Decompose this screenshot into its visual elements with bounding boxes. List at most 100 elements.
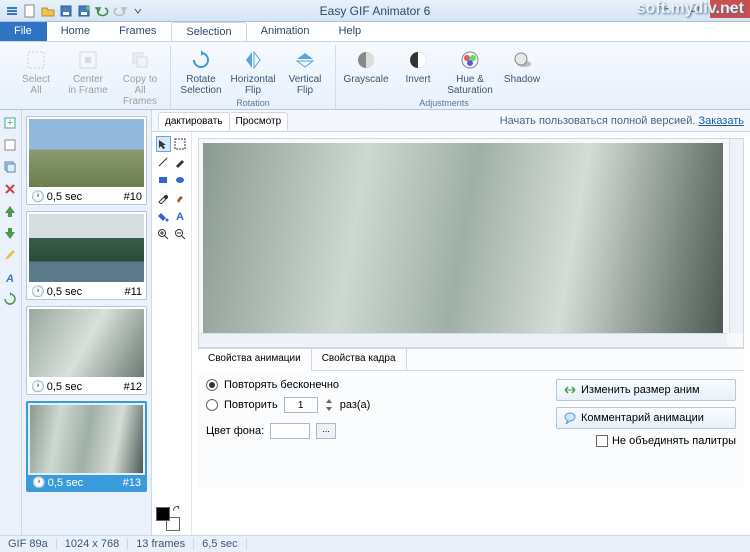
grayscale-button[interactable]: Grayscale <box>342 45 390 98</box>
window-controls: ─ ☐ ✕ <box>650 0 750 18</box>
clock-icon: 🕐 <box>31 191 45 203</box>
insert-blank-icon[interactable] <box>3 138 19 154</box>
close-button[interactable]: ✕ <box>710 0 750 18</box>
vertical-scrollbar[interactable] <box>729 139 743 333</box>
tab-home[interactable]: Home <box>47 22 105 41</box>
swap-colors-icon[interactable] <box>172 505 182 515</box>
tab-animation[interactable]: Animation <box>247 22 325 41</box>
frame-list-panel[interactable]: 🕐0,5 sec#10 🕐0,5 sec#11 🕐0,5 sec#12 🕐0,5… <box>22 110 152 535</box>
bg-color-label: Цвет фона: <box>206 425 264 437</box>
tab-help[interactable]: Help <box>325 22 377 41</box>
hflip-icon <box>240 47 266 73</box>
zoom-in-icon[interactable] <box>156 226 171 242</box>
pencil-tool-icon[interactable] <box>173 154 188 170</box>
text-tool-icon[interactable]: A <box>173 208 188 224</box>
save-as-icon[interactable] <box>76 3 92 19</box>
quick-access-toolbar <box>4 3 146 19</box>
no-merge-palettes-checkbox[interactable] <box>596 435 608 447</box>
tab-selection[interactable]: Selection <box>171 22 246 41</box>
spinner-buttons[interactable] <box>324 397 334 413</box>
ribbon-group-selection: SelectAll Centerin Frame Copy toAll Fram… <box>6 45 171 109</box>
canvas-viewport[interactable] <box>198 138 744 348</box>
redo-icon[interactable] <box>112 3 128 19</box>
drawing-tools: A <box>152 132 192 535</box>
svg-text:A: A <box>176 211 184 222</box>
order-link[interactable]: Заказать <box>699 115 745 127</box>
center-icon <box>75 47 101 73</box>
zoom-out-icon[interactable] <box>173 226 188 242</box>
invert-button[interactable]: Invert <box>394 45 442 98</box>
frame-item[interactable]: 🕐0,5 sec#13 <box>26 401 147 492</box>
shadow-button[interactable]: Shadow <box>498 45 546 98</box>
trial-message: Начать пользоваться полной версией. Зака… <box>500 115 744 127</box>
loop-forever-radio[interactable] <box>206 379 218 391</box>
ellipse-tool-icon[interactable] <box>173 172 188 188</box>
undo-icon[interactable] <box>94 3 110 19</box>
ribbon-group-rotation: RotateSelection HorizontalFlip VerticalF… <box>171 45 336 109</box>
frame-thumbnail <box>29 214 144 282</box>
loop-n-label: Повторить <box>224 399 278 411</box>
save-icon[interactable] <box>58 3 74 19</box>
minimize-button[interactable]: ─ <box>650 0 680 18</box>
delete-frame-icon[interactable] <box>3 182 19 198</box>
tab-anim-props[interactable]: Свойства анимации <box>198 349 312 371</box>
ribbon-tabs: File Home Frames Selection Animation Hel… <box>0 22 750 42</box>
rect-tool-icon[interactable] <box>156 172 171 188</box>
open-icon[interactable] <box>40 3 56 19</box>
frame-thumbnail <box>29 309 144 377</box>
select-all-button[interactable]: SelectAll <box>12 45 60 109</box>
move-down-icon[interactable] <box>3 226 19 242</box>
pointer-tool-icon[interactable] <box>156 136 171 152</box>
eyedropper-tool-icon[interactable] <box>156 190 171 206</box>
text-tool-icon[interactable]: A <box>3 270 19 286</box>
tab-file[interactable]: File <box>0 22 47 41</box>
comment-icon <box>563 411 577 425</box>
vertical-flip-button[interactable]: VerticalFlip <box>281 45 329 98</box>
qa-dropdown-icon[interactable] <box>130 3 146 19</box>
shadow-icon <box>509 47 535 73</box>
times-label: раз(а) <box>340 399 371 411</box>
tab-edit[interactable]: дактировать <box>158 112 230 130</box>
frame-item[interactable]: 🕐0,5 sec#10 <box>26 116 147 205</box>
color-swatch[interactable] <box>156 507 180 531</box>
canvas-image[interactable] <box>203 143 723 333</box>
tab-frames[interactable]: Frames <box>105 22 171 41</box>
fill-tool-icon[interactable] <box>156 208 171 224</box>
copy-to-all-button[interactable]: Copy toAll Frames <box>116 45 164 109</box>
editor-body: A Свойства анимации Свойства <box>152 132 750 535</box>
tab-frame-props[interactable]: Свойства кадра <box>312 349 407 370</box>
hue-saturation-button[interactable]: Hue &Saturation <box>446 45 494 98</box>
bg-color-box[interactable] <box>270 423 310 439</box>
edit-frame-icon[interactable] <box>3 248 19 264</box>
app-title: Easy GIF Animator 6 <box>320 4 431 18</box>
animation-comment-button[interactable]: Комментарий анимации <box>556 407 736 429</box>
line-tool-icon[interactable] <box>156 154 171 170</box>
loop-count-input[interactable] <box>284 397 318 413</box>
horizontal-scrollbar[interactable] <box>199 333 727 347</box>
marquee-tool-icon[interactable] <box>173 136 188 152</box>
ribbon: SelectAll Centerin Frame Copy toAll Fram… <box>0 42 750 110</box>
brush-tool-icon[interactable] <box>173 190 188 206</box>
frame-item[interactable]: 🕐0,5 sec#12 <box>26 306 147 395</box>
qa-menu-icon[interactable] <box>4 3 20 19</box>
tab-preview[interactable]: Просмотр <box>229 112 289 130</box>
vflip-icon <box>292 47 318 73</box>
maximize-button[interactable]: ☐ <box>680 0 710 18</box>
move-up-icon[interactable] <box>3 204 19 220</box>
fg-color-swatch[interactable] <box>156 507 170 521</box>
bg-color-picker-button[interactable]: ... <box>316 423 336 439</box>
center-in-frame-button[interactable]: Centerin Frame <box>64 45 112 109</box>
frame-thumbnail <box>30 405 143 473</box>
rotate-selection-button[interactable]: RotateSelection <box>177 45 225 98</box>
loop-n-radio[interactable] <box>206 399 218 411</box>
frame-item[interactable]: 🕐0,5 sec#11 <box>26 211 147 300</box>
status-bar: GIF 89a 1024 x 768 13 frames 6,5 sec <box>0 535 750 552</box>
insert-frame-icon[interactable]: + <box>3 116 19 132</box>
refresh-icon[interactable] <box>3 292 19 308</box>
new-icon[interactable] <box>22 3 38 19</box>
copy-all-icon <box>127 47 153 73</box>
invert-icon <box>405 47 431 73</box>
horizontal-flip-button[interactable]: HorizontalFlip <box>229 45 277 98</box>
resize-animation-button[interactable]: Изменить размер аним <box>556 379 736 401</box>
duplicate-frame-icon[interactable] <box>3 160 19 176</box>
